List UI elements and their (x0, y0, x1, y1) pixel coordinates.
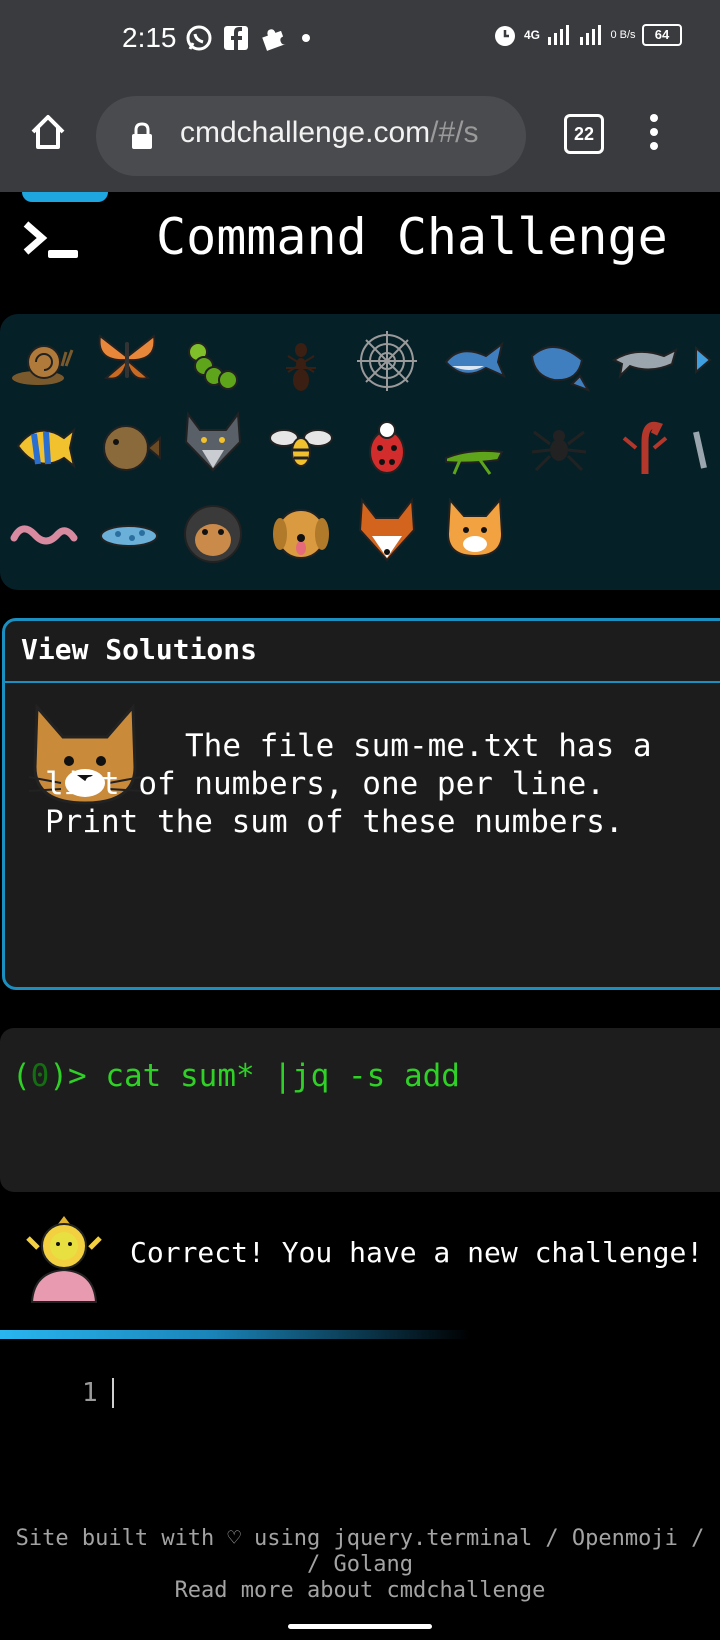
tab-switcher-button[interactable]: 22 (564, 114, 604, 154)
text-cursor (112, 1378, 114, 1408)
terminal-input-area[interactable]: (0)> cat sum* |jq -s add (0, 1028, 720, 1192)
network-type: 4G (523, 28, 540, 42)
solutions-header[interactable]: View Solutions (5, 621, 720, 683)
result-text: Correct! You have a new challenge! (130, 1236, 704, 1269)
honeybee-icon[interactable] (266, 412, 336, 482)
url-domain: cmdchallenge.com (180, 116, 431, 149)
lady-beetle-icon[interactable] (352, 412, 422, 482)
progress-bar (0, 1330, 470, 1339)
code-editor[interactable]: 1 (0, 1348, 720, 1528)
fox-icon[interactable] (352, 494, 422, 564)
dot-icon (302, 34, 310, 42)
address-bar[interactable]: cmdchallenge.com/#/s (96, 96, 526, 176)
signal-icon (548, 25, 569, 45)
tropical-fish-icon[interactable] (8, 412, 78, 482)
home-icon[interactable] (28, 112, 68, 152)
gorilla-icon[interactable] (178, 498, 248, 568)
ant-icon[interactable] (266, 330, 336, 400)
url-path: /#/s (430, 116, 479, 149)
page-content: Command Challenge View Solutions The fil… (0, 192, 720, 1640)
prompt-close: )> (49, 1058, 106, 1094)
cat-face-icon[interactable] (440, 494, 510, 564)
data-rate: 0 B/s (610, 29, 636, 41)
butterfly-icon[interactable] (92, 322, 162, 392)
result-message: Correct! You have a new challenge! (0, 1212, 720, 1308)
spider-web-icon[interactable] (352, 326, 422, 396)
partial-icon[interactable] (690, 412, 720, 482)
home-indicator (288, 1624, 432, 1629)
whatsapp-icon (186, 25, 212, 51)
page-title: Command Challenge (156, 208, 668, 266)
worm-icon[interactable] (8, 498, 78, 568)
wolf-icon[interactable] (178, 406, 248, 476)
status-bar: 2:15 4G 0 B/s 64 (0, 0, 720, 80)
challenge-emoji-panel (0, 314, 720, 590)
browser-toolbar: cmdchallenge.com/#/s 22 (0, 80, 720, 192)
caterpillar-icon[interactable] (178, 330, 248, 400)
terminal-logo-icon (23, 221, 78, 258)
read-more-link[interactable]: Read more about cmdchallenge (0, 1578, 720, 1604)
alarm-icon (494, 26, 515, 46)
fish-partial-icon[interactable] (690, 326, 720, 396)
command-line[interactable]: (0)> cat sum* |jq -s add (12, 1058, 460, 1094)
url-text: cmdchallenge.com/#/s (180, 116, 510, 150)
status-time: 2:15 (122, 22, 177, 53)
facebook-icon (224, 26, 248, 50)
signal-icon-2 (580, 25, 601, 45)
spider-icon[interactable] (524, 412, 594, 482)
spouting-whale-icon[interactable] (524, 326, 594, 396)
blowfish-icon[interactable] (94, 412, 164, 482)
genie-icon (26, 1216, 102, 1303)
footer-credits: Site built with ♡ using jquery.terminal … (15, 1526, 705, 1551)
command-text: cat sum* |jq -s add (105, 1058, 460, 1094)
lock-icon (132, 122, 152, 149)
whale-icon[interactable] (440, 326, 510, 396)
more-options-icon[interactable] (648, 112, 660, 152)
challenge-description: The file sum-me.txt has a list of number… (45, 728, 652, 840)
dog-face-icon[interactable] (266, 498, 336, 568)
accent-tab (22, 192, 108, 202)
cricket-icon[interactable] (440, 418, 510, 488)
line-number: 1 (82, 1378, 98, 1408)
prompt-open: ( (12, 1058, 31, 1094)
solutions-panel: View Solutions The file sum-me.txt has a… (2, 618, 720, 990)
notification-icons (185, 24, 315, 52)
scorpion-icon[interactable] (610, 412, 680, 482)
footer: Site built with ♡ using jquery.terminal … (0, 1526, 720, 1604)
dolphin-icon[interactable] (610, 326, 680, 396)
footer-credits-cont: / Golang (307, 1552, 413, 1577)
system-icons: 4G 0 B/s 64 (492, 22, 682, 48)
battery-icon: 64 (642, 24, 682, 46)
view-solutions-link[interactable]: View Solutions (21, 633, 257, 666)
microbe-icon[interactable] (94, 498, 164, 568)
prompt-count: 0 (30, 1058, 50, 1094)
puzzle-icon (262, 29, 286, 51)
snail-icon[interactable] (8, 326, 78, 396)
